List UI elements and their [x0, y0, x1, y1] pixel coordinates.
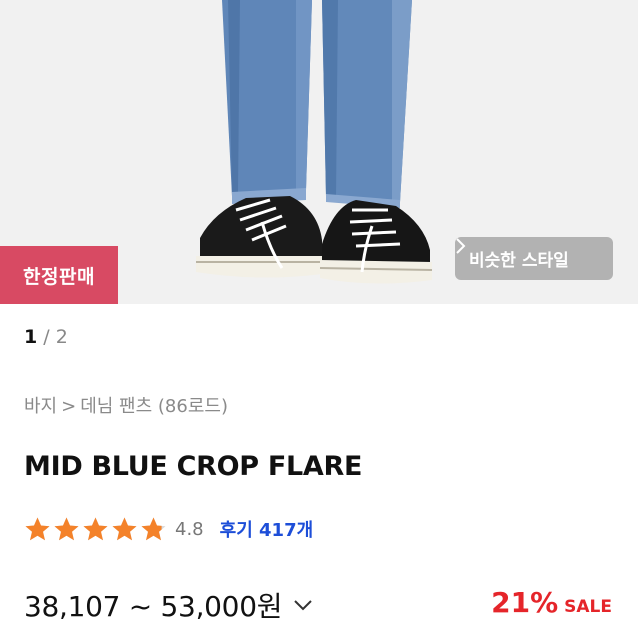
- price-range: 38,107 ~ 53,000원: [24, 590, 283, 623]
- star-icon: [141, 517, 166, 540]
- discount-badge: 21% SALE: [491, 586, 612, 619]
- reviews-link[interactable]: 후기 417개: [220, 516, 314, 542]
- discount-percent: 21%: [491, 586, 559, 619]
- sale-label: SALE: [564, 597, 612, 617]
- pager-current: 1: [24, 326, 38, 348]
- chevron-down-icon[interactable]: [292, 594, 314, 616]
- rating-value: 4.8: [175, 518, 204, 540]
- limited-sale-badge: 한정판매: [0, 246, 118, 304]
- breadcrumb: 바지 > 데님 팬츠 (86로드): [24, 392, 228, 418]
- rating-row: 4.8 후기 417개: [24, 513, 313, 545]
- breadcrumb-subcategory[interactable]: 데님 팬츠 (86로드): [80, 396, 228, 417]
- image-pager: 1 / 2: [24, 326, 68, 348]
- price-row[interactable]: 38,107 ~ 53,000원: [24, 585, 314, 625]
- similar-style-button[interactable]: 비슷한 스타일: [455, 237, 613, 280]
- star-icon: [25, 517, 50, 540]
- similar-style-label: 비슷한 스타일: [469, 251, 569, 271]
- breadcrumb-separator: >: [61, 396, 77, 417]
- product-image[interactable]: 한정판매 비슷한 스타일: [0, 0, 638, 304]
- product-title: MID BLUE CROP FLARE: [24, 451, 363, 482]
- pager-separator: /: [37, 326, 56, 348]
- pager-total: 2: [55, 326, 68, 348]
- breadcrumb-category[interactable]: 바지: [24, 396, 57, 417]
- star-rating: [24, 516, 167, 543]
- star-icon: [112, 517, 137, 540]
- star-icon: [54, 517, 79, 540]
- star-icon: [83, 517, 108, 540]
